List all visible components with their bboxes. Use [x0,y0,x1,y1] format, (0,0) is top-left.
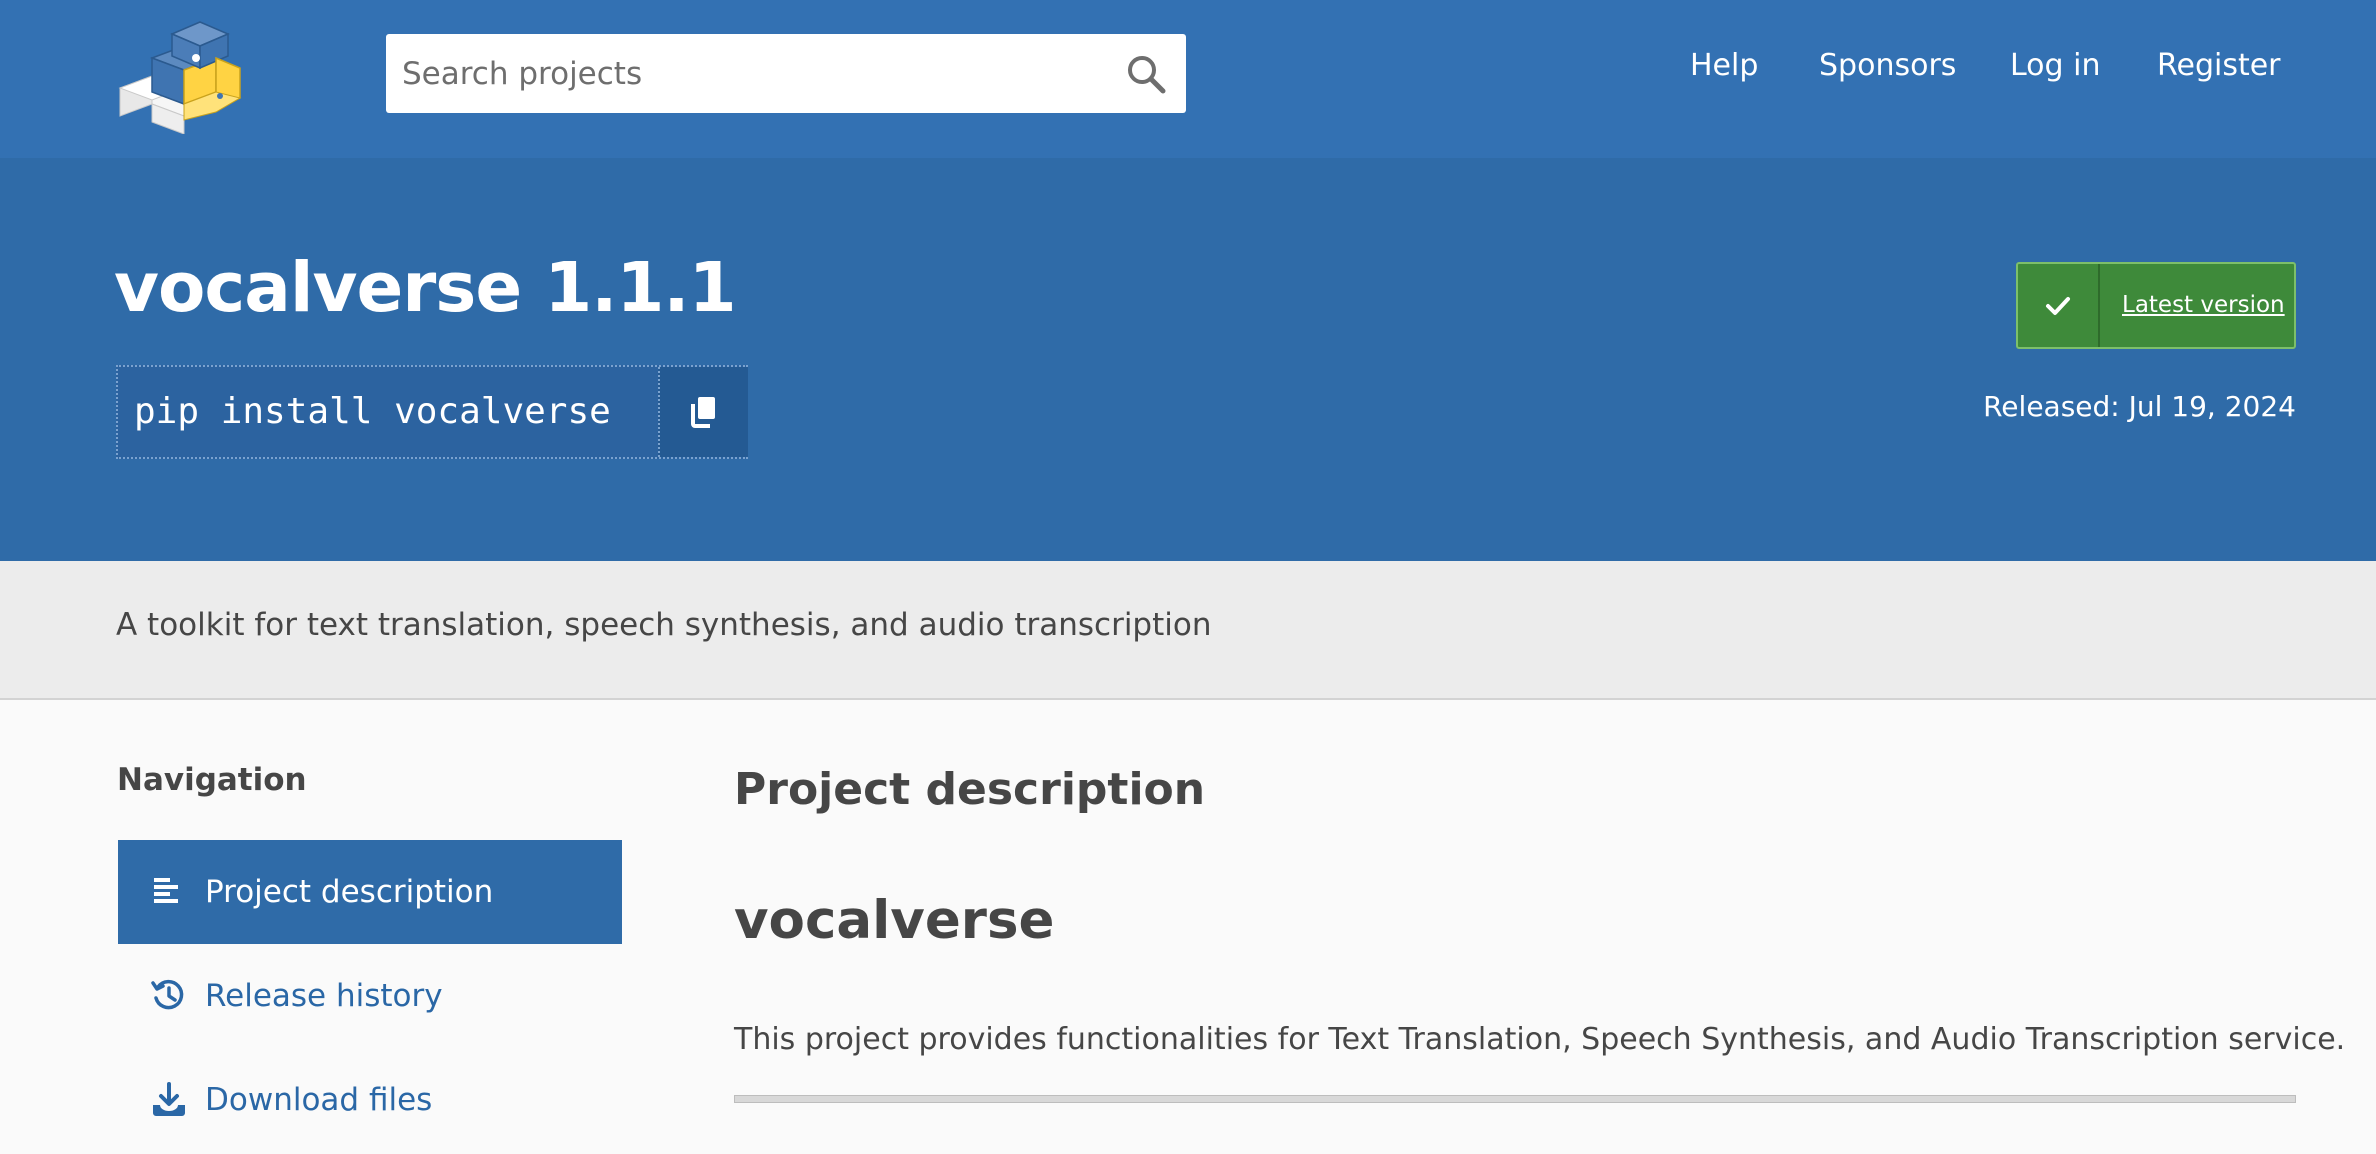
package-summary-bar: A toolkit for text translation, speech s… [0,561,2376,700]
sidebar-item-release-history[interactable]: Release history [118,944,622,1048]
pip-install-command[interactable]: pip install vocalverse [134,367,611,457]
search-icon[interactable] [1124,52,1168,96]
login-link[interactable]: Log in [2010,48,2100,83]
sidebar-item-download-files[interactable]: Download files [118,1048,622,1152]
download-icon [150,1081,188,1119]
horizontal-rule [734,1095,2296,1103]
release-date: Released: Jul 19, 2024 [1983,390,2296,423]
latest-version-button[interactable]: Latest version [2016,262,2296,349]
check-icon [2018,264,2100,347]
package-title: vocalverse 1.1.1 [114,248,737,328]
package-header: vocalverse 1.1.1 pip install vocalverse … [0,158,2376,561]
readme-title: vocalverse [734,890,1055,951]
package-summary: A toolkit for text translation, speech s… [116,607,1212,643]
sponsors-link[interactable]: Sponsors [1819,48,1956,83]
top-navbar: Help Sponsors Log in Register [0,0,2376,158]
help-link[interactable]: Help [1690,48,1758,83]
search-input[interactable] [386,34,1106,113]
latest-version-label: Latest version [2122,292,2285,318]
search-box [386,34,1186,113]
readme-paragraph: This project provides functionalities fo… [734,1022,2346,1057]
sidebar-item-label: Download files [205,1082,433,1118]
register-link[interactable]: Register [2157,48,2281,83]
sidebar-item-label: Release history [205,978,443,1014]
align-left-icon [150,873,188,911]
copy-icon [691,397,715,428]
project-description-heading: Project description [734,764,1206,815]
sidebar-heading: Navigation [117,762,307,798]
pypi-logo-icon[interactable] [112,12,248,135]
pip-install-box: pip install vocalverse [116,365,748,459]
history-icon [150,977,188,1015]
copy-button[interactable] [658,367,748,457]
sidebar-item-label: Project description [205,874,494,910]
sidebar-item-project-description[interactable]: Project description [118,840,622,944]
